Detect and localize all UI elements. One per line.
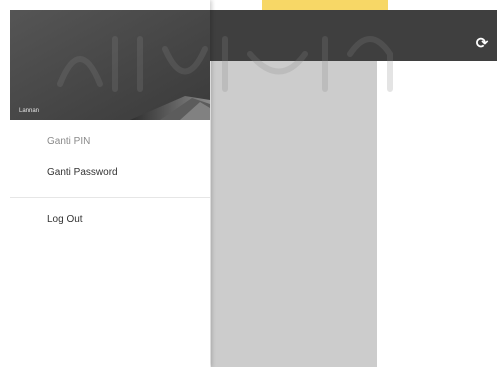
content-panel [211, 61, 377, 367]
header-background-image [10, 10, 210, 120]
menu-divider [10, 197, 210, 198]
app-window: ⟳ Lannan Ganti PIN Ganti Password Log Ou… [0, 0, 497, 367]
menu-item-ganti-pin[interactable]: Ganti PIN [47, 136, 90, 147]
drawer-header: Lannan [10, 10, 210, 120]
refresh-button[interactable]: ⟳ [471, 32, 493, 54]
refresh-icon: ⟳ [475, 34, 489, 52]
menu-item-ganti-password[interactable]: Ganti Password [47, 167, 118, 178]
navigation-drawer: Lannan Ganti PIN Ganti Password Log Out [0, 0, 210, 367]
menu-item-log-out[interactable]: Log Out [47, 214, 83, 225]
drawer-username: Lannan [19, 108, 40, 114]
